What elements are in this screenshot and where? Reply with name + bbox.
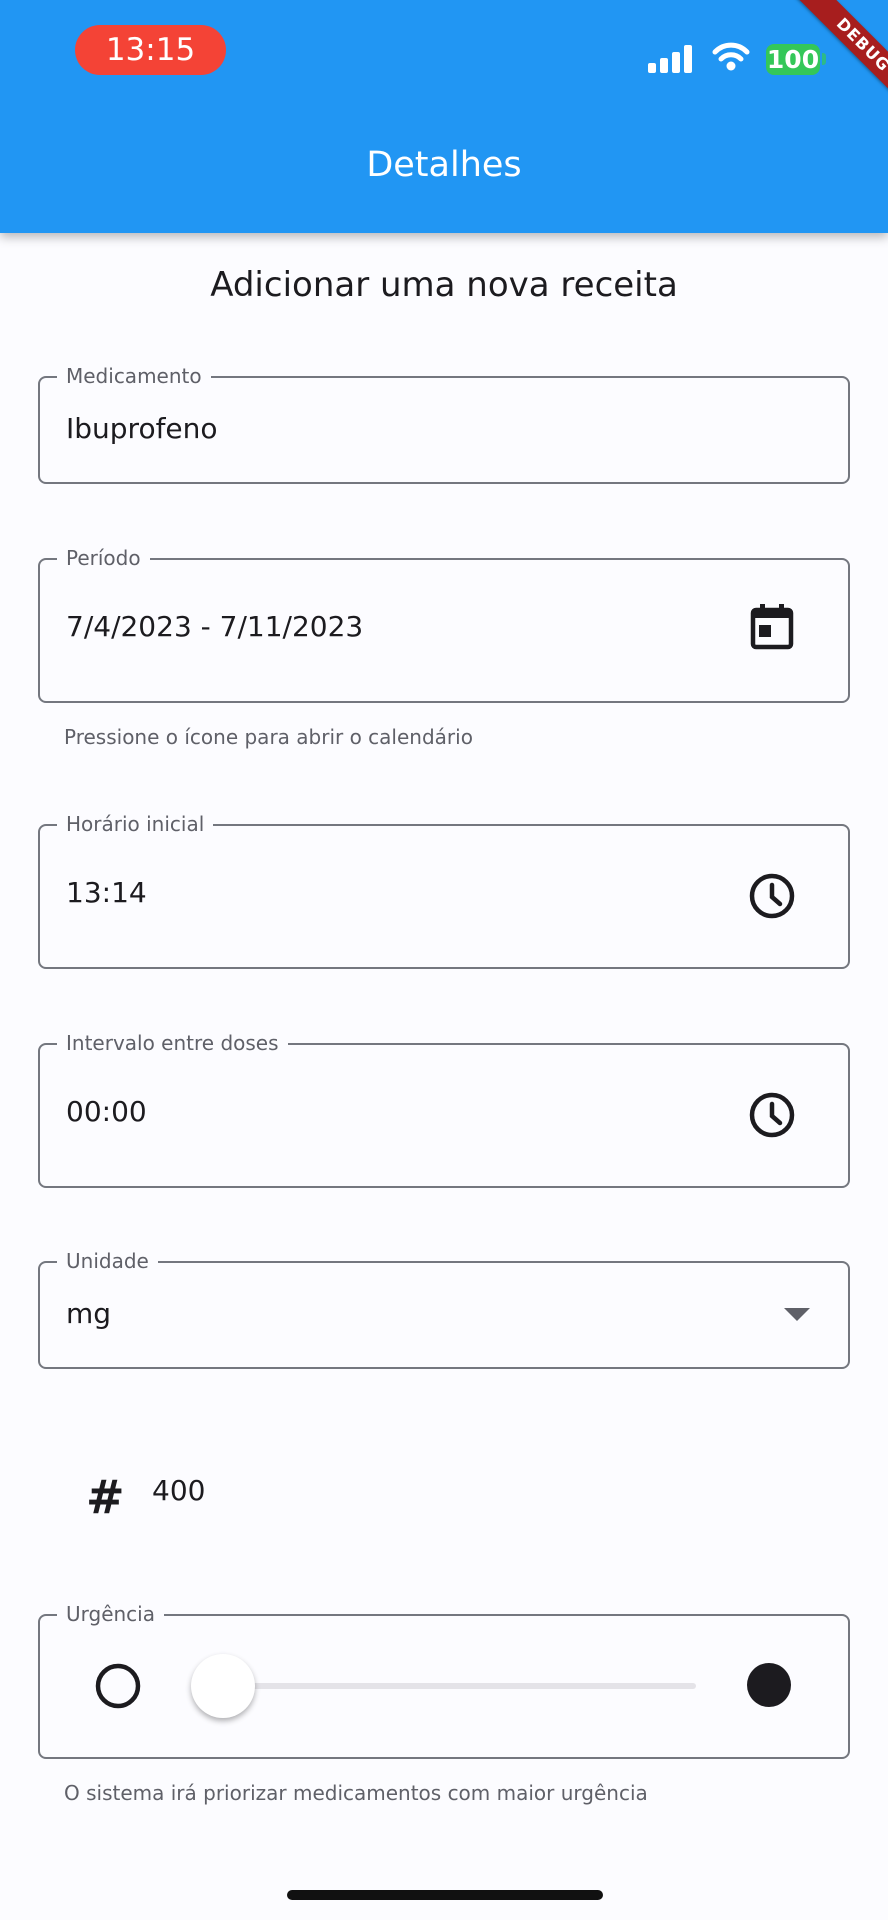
circle-filled-icon [747,1663,791,1707]
circle-outline-icon [95,1663,141,1709]
app-title: Detalhes [366,145,522,185]
medication-field[interactable]: Medicamento Ibuprofeno [38,364,850,484]
clock-icon[interactable] [747,871,797,921]
period-value[interactable]: 7/4/2023 - 7/11/2023 [66,610,363,643]
period-label: Período [57,546,150,570]
home-indicator [287,1890,603,1900]
unit-label: Unidade [57,1249,158,1273]
page-heading: Adicionar uma nova receita [210,265,678,305]
calendar-icon[interactable] [750,604,794,650]
start-time-value[interactable]: 13:14 [66,876,147,909]
medication-label: Medicamento [57,364,211,388]
urgency-slider-thumb[interactable] [191,1654,255,1718]
unit-dropdown[interactable]: Unidade mg [38,1249,850,1369]
debug-label: DEBUG [786,0,888,122]
period-helper-text: Pressione o ícone para abrir o calendári… [64,725,473,749]
medication-input[interactable]: Ibuprofeno [66,412,218,445]
urgency-label: Urgência [57,1602,164,1626]
wifi-icon [712,42,750,71]
start-time-field[interactable]: Horário inicial 13:14 [38,812,850,969]
debug-banner: DEBUG [760,0,888,128]
clock-icon[interactable] [747,1090,797,1140]
dose-interval-value[interactable]: 00:00 [66,1095,147,1128]
start-time-label: Horário inicial [57,812,214,836]
dose-interval-label: Intervalo entre doses [57,1031,288,1055]
urgency-helper-text: O sistema irá priorizar medicamentos com… [64,1781,648,1805]
unit-selected-value[interactable]: mg [66,1297,111,1330]
hash-icon: # [86,1470,125,1524]
dose-interval-field[interactable]: Intervalo entre doses 00:00 [38,1031,850,1188]
cellular-signal-icon [648,45,694,73]
dropdown-arrow-icon[interactable] [784,1308,810,1322]
app-bar: 13:15 100 Detalhes [0,0,888,233]
period-field[interactable]: Período 7/4/2023 - 7/11/2023 [38,546,850,703]
status-time: 13:15 [75,25,226,75]
urgency-slider-track[interactable] [222,1683,696,1689]
quantity-input[interactable]: 400 [152,1474,205,1507]
